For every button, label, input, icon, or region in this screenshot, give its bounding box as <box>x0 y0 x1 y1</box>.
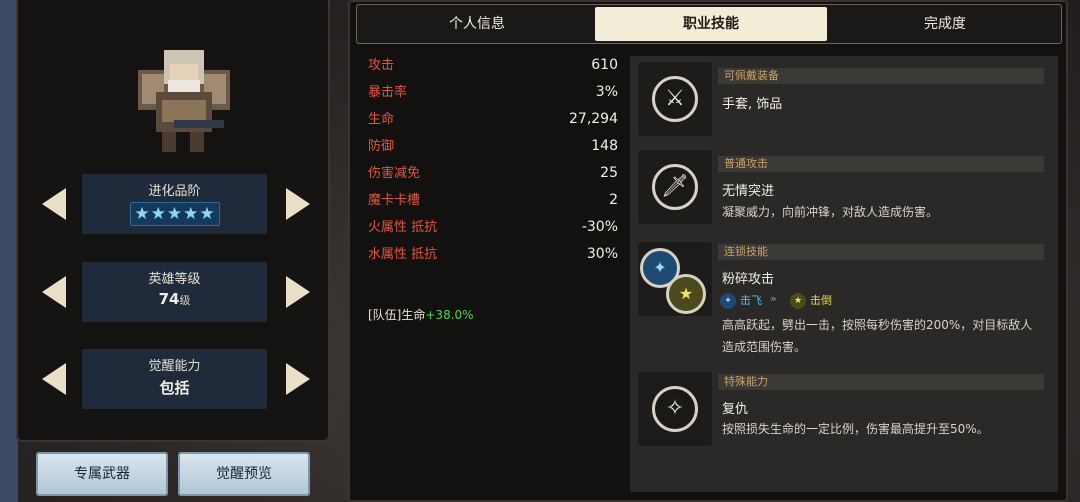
equip-name: 手套, 饰品 <box>722 97 783 112</box>
knockdown-small-icon: ★ <box>790 293 806 309</box>
stats-list: 攻击 610 暴击率 3% 生命 27,294 防御 148 伤害减免 25 魔卡卡槽 2 … <box>368 52 618 268</box>
hero-panel: 进化品阶 ★★★★★ 英雄等级 74级 觉醒能力 包括 <box>16 0 330 442</box>
awakening-row: 觉醒能力 包括 <box>18 349 332 409</box>
chain-tag-knockdown-label: 击倒 <box>810 294 832 307</box>
team-bonus: [队伍]生命+38.0% <box>368 306 474 323</box>
chain-skill-desc: 高高跃起，劈出一击，按照每秒伤害的200%，对目标敌人造成范围伤害。 <box>722 318 1033 354</box>
normal-attack-category: 普通攻击 <box>718 156 1044 172</box>
prev-arrow-icon[interactable] <box>42 188 66 220</box>
skills-panel: ⚔ 可佩戴装备 手套, 饰品 🗡 普通攻击 无情突进 凝聚威力，向前冲锋，对敌人… <box>630 56 1058 492</box>
stat-name: 生命 <box>368 112 395 127</box>
tab-class-skills[interactable]: 职业技能 <box>595 7 827 41</box>
stat-row: 伤害减免 25 <box>368 160 618 187</box>
stat-name: 火属性 抵抗 <box>368 220 438 235</box>
stat-name: 伤害减免 <box>368 166 421 181</box>
stat-row: 生命 27,294 <box>368 106 618 133</box>
hero-level-unit: 级 <box>179 294 191 307</box>
prev-arrow-icon[interactable] <box>42 276 66 308</box>
tab-personal-info[interactable]: 个人信息 <box>361 7 593 41</box>
hero-level-box: 英雄等级 74级 <box>82 262 267 322</box>
normal-attack-name: 无情突进 <box>722 184 775 199</box>
normal-attack-icon-box[interactable]: 🗡 <box>638 150 712 224</box>
stat-value: 27,294 <box>569 111 618 127</box>
stat-name: 攻击 <box>368 58 395 73</box>
next-arrow-icon[interactable] <box>286 363 310 395</box>
tab-bar: 个人信息 职业技能 完成度 <box>356 4 1062 44</box>
sword-icon: 🗡 <box>652 164 698 210</box>
chain-tag-knockup-label: 击飞 <box>740 294 762 307</box>
special-icon-box[interactable]: ✧ <box>638 372 712 446</box>
stat-row: 水属性 抵抗 30% <box>368 241 618 268</box>
hero-sprite-image <box>138 50 230 152</box>
stat-name: 暴击率 <box>368 85 408 100</box>
evolution-stars: ★★★★★ <box>130 202 220 226</box>
chain-skill-icon-box[interactable]: ✦ ★ <box>638 242 712 316</box>
hero-level-row: 英雄等级 74级 <box>18 262 332 322</box>
awakening-box: 觉醒能力 包括 <box>82 349 267 409</box>
stat-name: 水属性 抵抗 <box>368 247 438 262</box>
equip-category: 可佩戴装备 <box>718 68 1044 84</box>
equip-icon-box: ⚔ <box>638 62 712 136</box>
chain-arrow-icon: » <box>770 292 777 305</box>
hero-level-number: 74 <box>158 290 180 308</box>
stat-row: 防御 148 <box>368 133 618 160</box>
special-desc: 按照损失生命的一定比例，伤害最高提升至50%。 <box>722 422 989 436</box>
stat-row: 火属性 抵抗 -30% <box>368 214 618 241</box>
normal-attack-desc: 凝聚威力，向前冲锋，对敌人造成伤害。 <box>722 205 939 219</box>
exclusive-weapon-button[interactable]: 专属武器 <box>36 452 168 496</box>
info-panel: 个人信息 职业技能 完成度 攻击 610 暴击率 3% 生命 27,294 防御 148… <box>348 0 1068 502</box>
knockdown-icon: ★ <box>666 274 706 314</box>
tab-completion[interactable]: 完成度 <box>829 7 1061 41</box>
sparkle-icon: ✧ <box>652 386 698 432</box>
chain-tag-knockup: ✦ 击飞 <box>720 292 762 309</box>
stat-name: 魔卡卡槽 <box>368 193 421 208</box>
stat-name: 防御 <box>368 139 395 154</box>
next-arrow-icon[interactable] <box>286 188 310 220</box>
stat-value: -30% <box>581 219 618 235</box>
chain-skill-category: 连锁技能 <box>718 244 1044 260</box>
stat-row: 攻击 610 <box>368 52 618 79</box>
stat-row: 魔卡卡槽 2 <box>368 187 618 214</box>
knockup-small-icon: ✦ <box>720 293 736 309</box>
hero-level-label: 英雄等级 <box>148 272 201 287</box>
stat-value: 30% <box>586 246 618 262</box>
sword-shield-icon: ⚔ <box>652 76 698 122</box>
stat-value: 25 <box>600 165 618 181</box>
stat-row: 暴击率 3% <box>368 79 618 106</box>
evolution-grade-row: 进化品阶 ★★★★★ <box>18 174 332 234</box>
hero-level-value: 74级 <box>82 290 267 308</box>
team-bonus-label: [队伍]生命 <box>368 308 426 322</box>
special-name: 复仇 <box>722 402 749 417</box>
awakening-value: 包括 <box>159 379 190 397</box>
stat-value: 2 <box>609 192 618 208</box>
evolution-grade-label: 进化品阶 <box>148 184 201 199</box>
prev-arrow-icon[interactable] <box>42 363 66 395</box>
next-arrow-icon[interactable] <box>286 276 310 308</box>
stat-value: 148 <box>591 138 618 154</box>
evolution-grade-box: 进化品阶 ★★★★★ <box>82 174 267 234</box>
chain-tag-knockdown: ★ 击倒 <box>790 292 832 309</box>
chain-skill-name: 粉碎攻击 <box>722 272 775 287</box>
team-bonus-value: +38.0% <box>425 308 474 322</box>
awakening-label: 觉醒能力 <box>148 359 201 374</box>
stat-value: 610 <box>591 57 618 73</box>
awakening-preview-button[interactable]: 觉醒预览 <box>178 452 310 496</box>
stat-value: 3% <box>595 84 618 100</box>
special-category: 特殊能力 <box>718 374 1044 390</box>
